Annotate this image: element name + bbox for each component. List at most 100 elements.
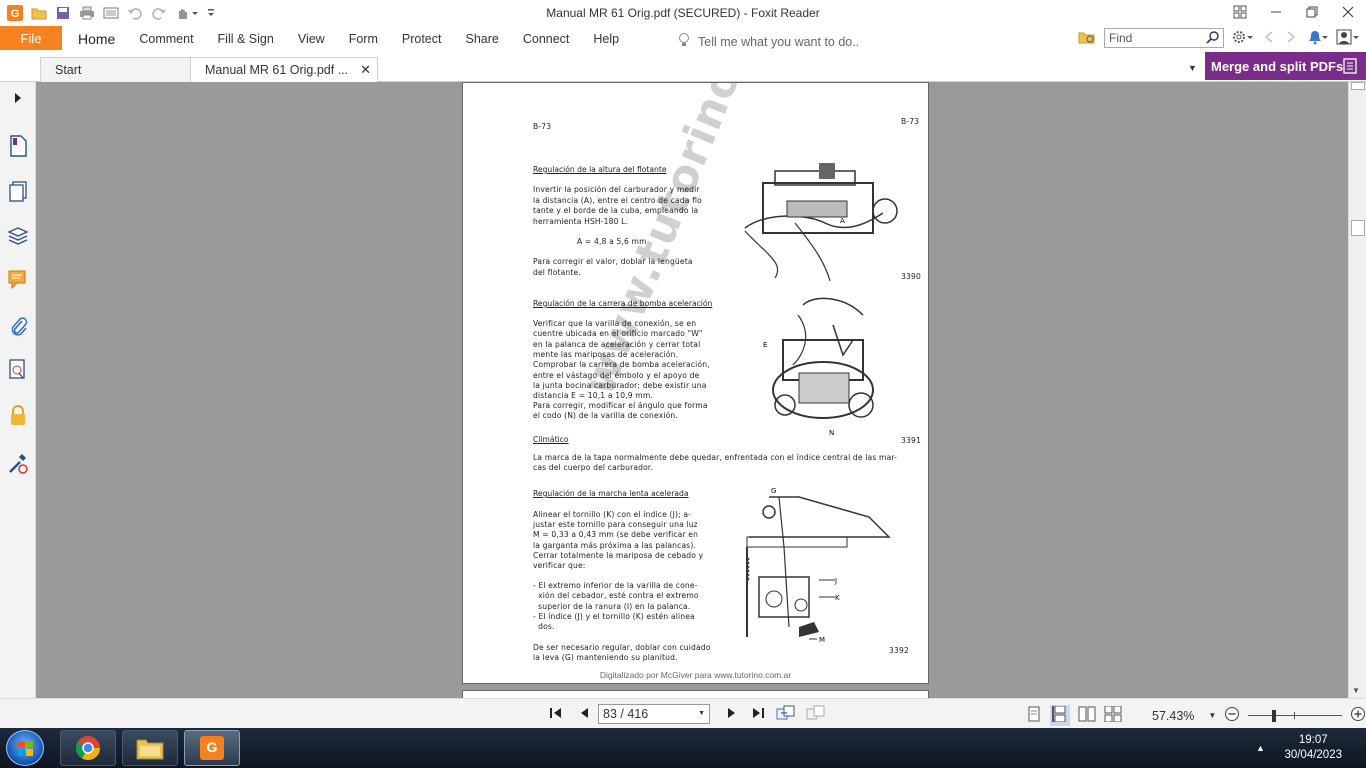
show-hidden-icons[interactable]: ▲ <box>1256 743 1265 753</box>
view-controls: 57.43% ▼ <box>1026 705 1366 726</box>
section-line: la distancia (A), entre el centro de cad… <box>533 196 702 205</box>
zoom-slider[interactable] <box>1248 708 1343 724</box>
continuous-view-icon[interactable] <box>1050 705 1070 726</box>
next-result-icon[interactable] <box>1284 30 1298 47</box>
tab-help[interactable]: Help <box>581 26 631 53</box>
user-account-icon[interactable] <box>1336 29 1360 48</box>
pdf-page: www.tutorino.com.ar B-73 B-73 Regulación… <box>462 82 929 684</box>
previous-result-icon[interactable] <box>1262 30 1276 47</box>
window-controls <box>1222 0 1366 24</box>
section-line: cuentre ubicada en el orificio marcado "… <box>533 329 703 338</box>
next-page-icon[interactable] <box>724 706 738 723</box>
section-line: cas del cuerpo del carburador. <box>533 463 654 472</box>
page-navigation: 83 / 416 ▼ <box>548 704 826 724</box>
page-number-value: 83 / 416 <box>603 707 649 721</box>
tab-fill-sign[interactable]: Fill & Sign <box>206 26 286 53</box>
single-page-view-icon[interactable] <box>1026 706 1042 725</box>
merge-document-icon <box>1342 57 1360 78</box>
ribbon-tab-bar: File Home Comment Fill & Sign View Form … <box>0 26 1366 53</box>
first-page-icon[interactable] <box>548 706 564 723</box>
section-line: - El índice (J) y el tornillo (K) estén … <box>533 612 695 621</box>
tab-view[interactable]: View <box>286 26 337 53</box>
tab-start-label: Start <box>55 63 82 77</box>
close-window-icon[interactable] <box>1330 0 1366 24</box>
layers-icon[interactable] <box>6 224 30 248</box>
section-line: en la palanca de aceleración y cerrar to… <box>533 340 701 349</box>
attachments-icon[interactable] <box>6 314 30 338</box>
ribbon-display-icon[interactable] <box>1222 0 1258 24</box>
page-code-left: B-73 <box>533 122 552 131</box>
section-line: Verificar que la varilla de conexión, se… <box>533 319 697 328</box>
section-line: herramienta HSH-180 L. <box>533 217 629 226</box>
windows-logo-icon <box>18 741 33 756</box>
merge-split-banner[interactable]: Merge and split PDFs <box>1205 52 1366 80</box>
tab-form[interactable]: Form <box>337 26 390 53</box>
last-page-icon[interactable] <box>750 706 766 723</box>
section-line: la junta bocina carburador; debe existir… <box>533 381 707 390</box>
next-view-icon[interactable] <box>806 705 826 724</box>
zoom-level[interactable]: 57.43% <box>1152 709 1194 723</box>
find-input[interactable]: Find <box>1104 28 1224 48</box>
taskbar-explorer[interactable] <box>122 730 178 766</box>
zoom-slider-tick <box>1294 711 1296 719</box>
content-tools-icon[interactable] <box>6 452 30 476</box>
next-pdf-page <box>462 690 929 698</box>
scroll-down-icon[interactable]: ▼ <box>1352 686 1360 695</box>
page-thumbnails-icon[interactable] <box>6 180 30 204</box>
fig-label-j: J <box>834 577 837 585</box>
section-line: la leva (G) manteniendo su planitud. <box>533 653 678 662</box>
section-line: distancia E = 10,1 a 10,9 mm. <box>533 391 653 400</box>
ribbon-tabs: Home Comment Fill & Sign View Form Prote… <box>66 26 631 53</box>
previous-view-icon[interactable] <box>776 705 796 724</box>
search-icon[interactable] <box>1206 30 1220 47</box>
vertical-scrollbar[interactable]: ▲ ▼ <box>1348 82 1366 698</box>
section-line: Cerrar totalmente la mariposa de cebado … <box>533 551 704 560</box>
start-button[interactable] <box>6 730 44 766</box>
tab-document-label: Manual MR 61 Orig.pdf ... <box>205 63 349 77</box>
section-line: la garganta más próxima a las palancas). <box>533 541 697 550</box>
settings-gear-icon[interactable] <box>1232 29 1254 48</box>
page-number-input[interactable]: 83 / 416 ▼ <box>598 704 710 724</box>
page-code-right: B-73 <box>901 117 920 126</box>
comments-icon[interactable] <box>6 268 30 292</box>
figure-3392-linkage: G J K M <box>746 487 891 644</box>
tab-list-dropdown-icon[interactable]: ▼ <box>1188 63 1197 73</box>
taskbar-chrome[interactable] <box>60 730 116 766</box>
tell-me-box[interactable]: Tell me what you want to do.. <box>678 32 859 51</box>
system-clock[interactable]: 19:07 30/04/2023 <box>1284 733 1342 763</box>
tab-start[interactable]: Start <box>40 57 192 82</box>
restore-icon[interactable] <box>1294 0 1330 24</box>
facing-view-icon[interactable] <box>1078 706 1096 725</box>
continuous-facing-view-icon[interactable] <box>1104 705 1122 725</box>
tab-protect[interactable]: Protect <box>390 26 454 53</box>
scrollbar-thumb[interactable] <box>1351 220 1365 236</box>
expand-panel-icon[interactable] <box>6 86 30 110</box>
zoom-dropdown-icon[interactable]: ▼ <box>1208 711 1216 720</box>
document-viewport[interactable]: www.tutorino.com.ar B-73 B-73 Regulación… <box>36 82 1348 698</box>
zoom-out-icon[interactable] <box>1224 706 1240 725</box>
clock-time: 19:07 <box>1298 734 1328 746</box>
clock-date: 30/04/2023 <box>1284 749 1342 761</box>
section-line: La marca de la tapa normalmente debe que… <box>533 453 898 462</box>
tab-share[interactable]: Share <box>453 26 510 53</box>
zoom-slider-handle[interactable] <box>1272 709 1277 722</box>
close-tab-icon[interactable]: ✕ <box>360 62 371 78</box>
notification-bell-icon[interactable] <box>1306 29 1328 48</box>
section-line: xión del cebador, esté contra el extremo <box>533 591 699 600</box>
tab-connect[interactable]: Connect <box>511 26 582 53</box>
minimize-icon[interactable] <box>1258 0 1294 24</box>
tab-home[interactable]: Home <box>66 26 127 53</box>
bookmarks-icon[interactable] <box>6 134 30 158</box>
tab-comment[interactable]: Comment <box>127 26 205 53</box>
tab-document[interactable]: Manual MR 61 Orig.pdf ... ✕ <box>190 57 378 82</box>
security-lock-icon[interactable] <box>6 404 30 428</box>
zoom-in-icon[interactable] <box>1350 706 1366 725</box>
signatures-icon[interactable] <box>6 358 30 382</box>
page-dropdown-icon[interactable]: ▼ <box>698 710 705 717</box>
taskbar-foxit[interactable]: G <box>184 730 240 766</box>
section-line: verificar que: <box>533 561 586 570</box>
previous-page-icon[interactable] <box>578 706 592 723</box>
folder-search-icon[interactable] <box>1078 29 1096 48</box>
file-menu-button[interactable]: File <box>0 26 62 50</box>
status-bar: 83 / 416 ▼ 57.43% ▼ <box>0 698 1366 728</box>
